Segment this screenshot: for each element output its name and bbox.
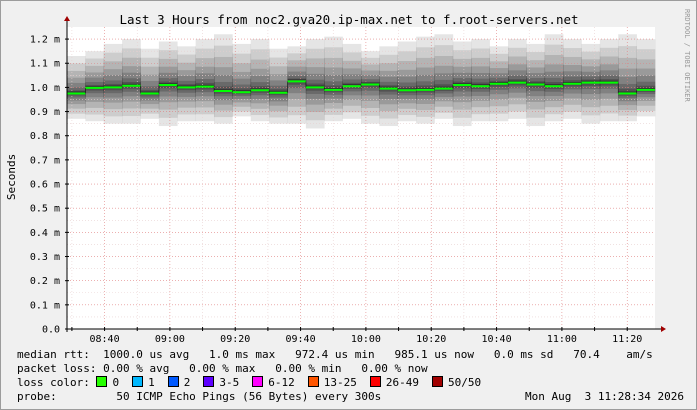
loss-color-swatch: [431, 376, 443, 387]
loss-color-item: 50/50: [431, 376, 482, 389]
loss-color-swatch: [203, 376, 215, 387]
chart-title: Last 3 Hours from noc2.gva20.ip-max.net …: [119, 12, 578, 27]
x-tick-label: 10:40: [482, 334, 512, 345]
smokeping-graph: Last 3 Hours from noc2.gva20.ip-max.net …: [0, 0, 697, 410]
legend-median-rtt: median rtt: 1000.0 us avg 1.0 ms max 972…: [17, 348, 653, 361]
x-tick-label: 09:20: [220, 334, 250, 345]
loss-color-text: 2: [183, 376, 191, 389]
y-tick-label: 1.2 m: [30, 35, 60, 46]
loss-color-item: 1: [132, 376, 155, 389]
legend-loss-color: loss color: 0 1 2 3-5 6-12 13-25 26-49 50/50: [17, 376, 494, 389]
y-tick-label: 0.4 m: [30, 228, 60, 239]
loss-color-text: 0: [112, 376, 120, 389]
y-tick-label: 0.1 m: [30, 300, 60, 311]
y-tick-label: 0.3 m: [30, 252, 60, 263]
rrdtool-watermark: RRDTOOL / TOBI OETIKER: [683, 9, 691, 103]
loss-color-text: 1: [148, 376, 155, 389]
x-tick-label: 10:20: [416, 334, 446, 345]
loss-color-swatch: [369, 376, 381, 387]
y-axis-label: Seconds: [5, 154, 18, 200]
loss-color-item: 0: [96, 376, 119, 389]
x-tick-label: 08:40: [90, 334, 120, 345]
y-tick-label: 0.6 m: [30, 180, 60, 191]
y-tick-label: 0.9 m: [30, 107, 60, 118]
loss-color-item: 3-5: [203, 376, 239, 389]
loss-color-text: 26-49: [385, 376, 419, 389]
legend-packet-loss: packet loss: 0.00 % avg 0.00 % max 0.00 …: [17, 362, 428, 375]
loss-color-label: loss color:: [17, 376, 90, 389]
x-tick-label: 09:00: [155, 334, 185, 345]
y-tick-label: 1.0 m: [30, 83, 60, 94]
y-tick-label: 1.1 m: [30, 59, 60, 70]
loss-color-item: 6-12: [252, 376, 295, 389]
loss-color-swatch: [252, 376, 264, 387]
loss-color-text: 13-25: [323, 376, 357, 389]
loss-color-swatch: [167, 376, 179, 387]
rtt-chart: Last 3 Hours from noc2.gva20.ip-max.net …: [5, 9, 691, 345]
y-tick-label: 0.0: [42, 325, 60, 336]
loss-color-swatch: [307, 376, 319, 387]
x-tick-label: 09:40: [286, 334, 316, 345]
y-tick-labels: 0.0 0.1 m 0.2 m 0.3 m 0.4 m 0.5 m 0.6 m 0.7 m 0.…: [30, 35, 60, 336]
timestamp: Mon Aug 3 11:28:34 2026: [525, 390, 684, 403]
x-axis-arrow: [661, 326, 666, 332]
y-tick-label: 0.2 m: [30, 276, 60, 287]
y-tick-label: 0.7 m: [30, 155, 60, 166]
y-tick-label: 0.5 m: [30, 204, 60, 215]
loss-color-item: 26-49: [369, 376, 419, 389]
legend-probe: probe: 50 ICMP Echo Pings (56 Bytes) eve…: [17, 390, 382, 403]
loss-color-text: 6-12: [268, 376, 295, 389]
y-axis-arrow: [64, 16, 70, 21]
loss-color-items: 0 1 2 3-5 6-12 13-25 26-49 50/50: [96, 376, 494, 389]
x-tick-label: 11:20: [612, 334, 642, 345]
x-tick-labels: 08:40 09:00 09:20 09:40 10:00 10:20 10:40 11:00…: [90, 334, 643, 345]
loss-color-item: 2: [167, 376, 191, 389]
loss-color-text: 50/50: [447, 376, 482, 389]
x-tick-label: 10:00: [351, 334, 381, 345]
y-tick-label: 0.8 m: [30, 131, 60, 142]
loss-color-text: 3-5: [219, 376, 240, 389]
loss-color-item: 13-25: [307, 376, 357, 389]
x-tick-label: 11:00: [547, 334, 577, 345]
loss-color-swatch: [96, 376, 108, 387]
loss-color-swatch: [132, 376, 144, 387]
